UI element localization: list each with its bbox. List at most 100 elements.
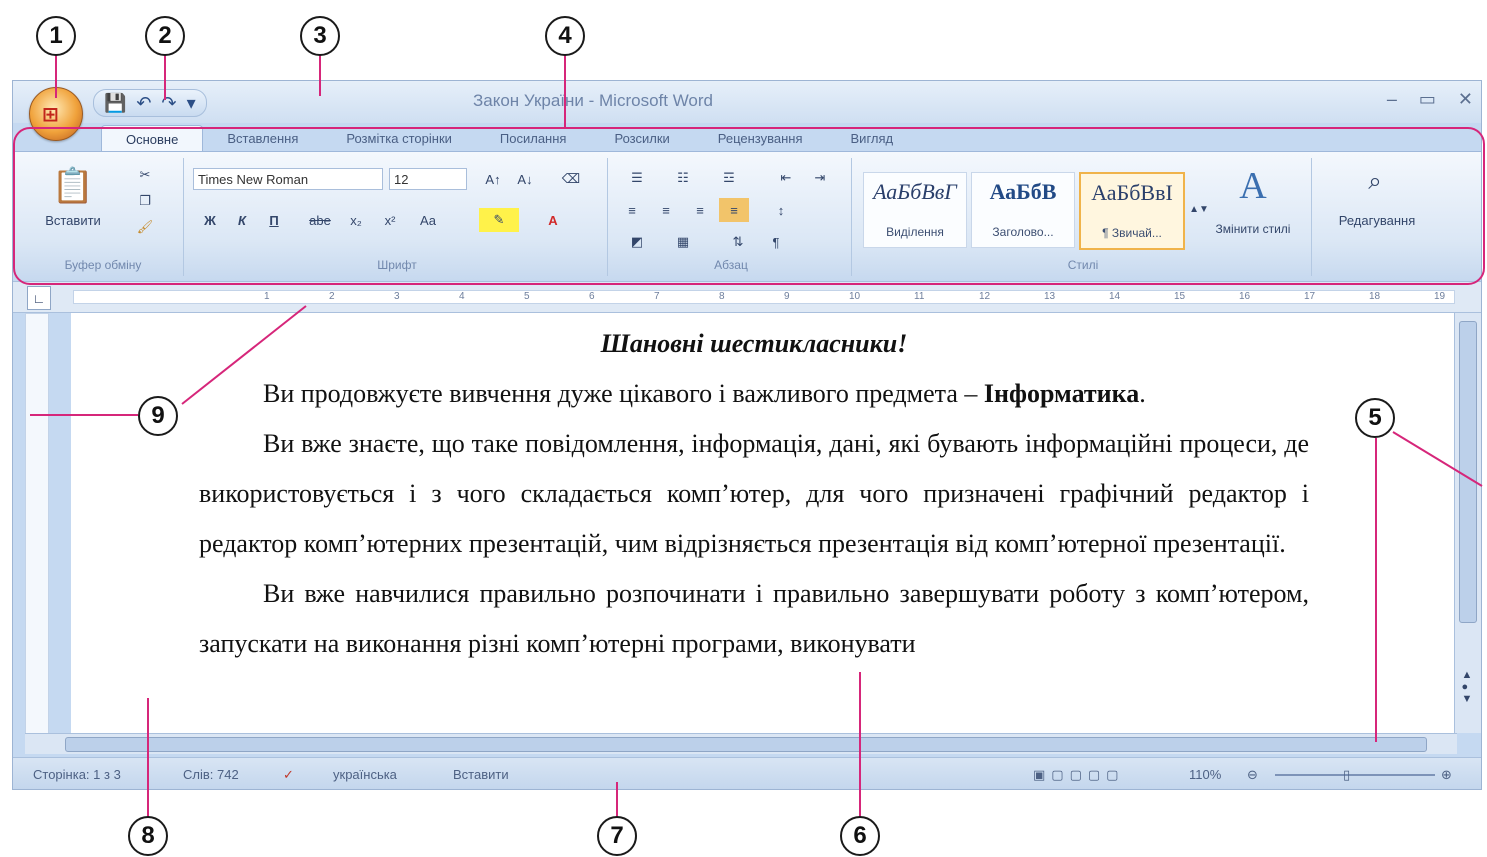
- vertical-scrollbar[interactable]: ▲ ● ▼: [1454, 313, 1481, 733]
- ruler-tick: 5: [524, 291, 530, 302]
- clipboard-group: 📋 Вставити ✂ ❐ 🖌 Буфер обміну: [23, 158, 184, 276]
- highlight-icon[interactable]: ✎: [479, 208, 519, 232]
- save-icon[interactable]: 💾: [104, 93, 126, 114]
- style-sample: АаБбВвГ: [873, 179, 957, 204]
- office-logo-icon: ⊞: [42, 104, 59, 126]
- undo-icon[interactable]: ↶: [136, 93, 151, 114]
- zoom-slider[interactable]: [1275, 774, 1435, 776]
- zoom-out-icon[interactable]: ⊖: [1247, 767, 1258, 783]
- editing-button[interactable]: Редагування: [1315, 208, 1439, 232]
- justify-icon[interactable]: ≡: [719, 198, 749, 222]
- tab-references[interactable]: Посилання: [476, 125, 591, 153]
- subscript-button[interactable]: x₂: [341, 208, 371, 232]
- ruler-tick: 11: [914, 291, 925, 302]
- callout-9: 9: [138, 396, 178, 436]
- insert-mode[interactable]: Вставити: [453, 767, 509, 782]
- tab-mailings[interactable]: Розсилки: [590, 125, 693, 153]
- close-button[interactable]: ✕: [1458, 89, 1473, 110]
- clipboard-group-label: Буфер обміну: [64, 258, 142, 272]
- office-button[interactable]: ⊞: [29, 87, 83, 141]
- font-group-label: Шрифт: [377, 258, 417, 272]
- vertical-ruler[interactable]: [25, 313, 49, 735]
- paste-icon[interactable]: 📋: [43, 166, 103, 206]
- callout-6: 6: [840, 816, 880, 856]
- hscroll-thumb[interactable]: [65, 737, 1427, 752]
- binoculars-icon[interactable]: ⌕: [1355, 164, 1395, 200]
- browse-object-icons[interactable]: ▲ ● ▼: [1457, 647, 1477, 727]
- window-controls: ‒ ▭ ✕: [1387, 89, 1473, 110]
- show-marks-icon[interactable]: ¶: [761, 230, 791, 254]
- shrink-font-icon[interactable]: A↓: [511, 168, 539, 190]
- callout-5: 5: [1355, 398, 1395, 438]
- copy-icon[interactable]: ❐: [133, 190, 157, 212]
- document-text[interactable]: Шановні шестикласники! Ви продовжуєте ви…: [199, 319, 1309, 669]
- font-color-icon[interactable]: A: [533, 208, 573, 232]
- cut-icon[interactable]: ✂: [133, 164, 157, 186]
- italic-button[interactable]: К: [229, 208, 255, 232]
- word-count[interactable]: Слів: 742: [183, 767, 239, 782]
- callout-3: 3: [300, 16, 340, 56]
- increase-indent-icon[interactable]: ⇥: [805, 166, 835, 190]
- tab-selector-icon[interactable]: ∟: [27, 286, 51, 310]
- font-name-combo[interactable]: Times New Roman: [193, 168, 383, 190]
- window-title: Закон України - Microsoft Word: [473, 91, 714, 110]
- clear-format-icon[interactable]: ⌫: [557, 168, 585, 190]
- tab-home[interactable]: Основне: [101, 125, 204, 154]
- page-indicator[interactable]: Сторінка: 1 з 3: [33, 767, 121, 782]
- font-size-combo[interactable]: 12: [389, 168, 467, 190]
- ruler-tick: 10: [849, 291, 861, 302]
- bullets-icon[interactable]: ☰: [617, 166, 657, 190]
- maximize-button[interactable]: ▭: [1419, 89, 1436, 110]
- strikethrough-button[interactable]: abe: [303, 208, 337, 232]
- ruler-tick: 15: [1174, 291, 1186, 302]
- ribbon-tabs: Основне Вставлення Розмітка сторінки Пос…: [101, 125, 918, 154]
- styles-group: АаБбВвГ Виділення АаБбВ Заголово... АаБб…: [855, 158, 1312, 276]
- callout-8: 8: [128, 816, 168, 856]
- zoom-slider-thumb[interactable]: ▯: [1343, 767, 1350, 783]
- tab-review[interactable]: Рецензування: [694, 125, 827, 153]
- tab-page-layout[interactable]: Розмітка сторінки: [322, 125, 476, 153]
- proofing-icon[interactable]: ✓: [283, 767, 294, 783]
- zoom-level[interactable]: 110%: [1189, 767, 1221, 782]
- bold-button[interactable]: Ж: [197, 208, 223, 232]
- styles-scroll-icon[interactable]: ▲▼: [1189, 172, 1209, 246]
- scroll-thumb[interactable]: [1459, 321, 1477, 623]
- underline-button[interactable]: П: [261, 208, 287, 232]
- style-tile-normal[interactable]: АаБбВвІ ¶ Звичай...: [1079, 172, 1185, 250]
- paste-button[interactable]: Вставити: [33, 210, 113, 230]
- callout-2: 2: [145, 16, 185, 56]
- customize-qat-icon[interactable]: ▾: [187, 93, 196, 114]
- decrease-indent-icon[interactable]: ⇤: [771, 166, 801, 190]
- horizontal-scrollbar[interactable]: [25, 733, 1457, 754]
- ruler-tick: 13: [1044, 291, 1056, 302]
- ruler-tick: 3: [394, 291, 400, 302]
- minimize-button[interactable]: ‒: [1387, 89, 1397, 110]
- borders-icon[interactable]: ▦: [663, 230, 703, 254]
- view-buttons-icon[interactable]: ▣▢▢▢▢: [1033, 767, 1124, 783]
- align-left-icon[interactable]: ≡: [617, 198, 647, 222]
- format-painter-icon[interactable]: 🖌: [133, 216, 157, 238]
- shading-icon[interactable]: ◩: [617, 230, 657, 254]
- tab-insert[interactable]: Вставлення: [203, 125, 322, 153]
- tab-view[interactable]: Вигляд: [827, 125, 918, 153]
- align-center-icon[interactable]: ≡: [651, 198, 681, 222]
- style-tile-heading[interactable]: АаБбВ Заголово...: [971, 172, 1075, 248]
- style-tile-emphasis[interactable]: АаБбВвГ Виділення: [863, 172, 967, 248]
- document-area[interactable]: Шановні шестикласники! Ви продовжуєте ви…: [71, 313, 1456, 733]
- paragraph-3: Ви вже навчилися правильно розпочинати і…: [199, 579, 1309, 658]
- language-indicator[interactable]: українська: [333, 767, 397, 782]
- align-right-icon[interactable]: ≡: [685, 198, 715, 222]
- horizontal-ruler[interactable]: ∟ 1 2 3 4 5 6 7 8 9 10 11 12 13 14 15 16…: [13, 281, 1481, 313]
- multilevel-list-icon[interactable]: ☲: [709, 166, 749, 190]
- sort-icon[interactable]: ⇅: [723, 230, 753, 254]
- change-case-button[interactable]: Aa: [411, 208, 445, 232]
- redo-icon[interactable]: ↷: [162, 93, 177, 114]
- superscript-button[interactable]: x²: [375, 208, 405, 232]
- change-styles-button[interactable]: Змінити стилі: [1211, 212, 1295, 246]
- zoom-in-icon[interactable]: ⊕: [1441, 767, 1452, 783]
- grow-font-icon[interactable]: A↑: [479, 168, 507, 190]
- ruler-strip: 1 2 3 4 5 6 7 8 9 10 11 12 13 14 15 16 1…: [73, 290, 1455, 304]
- line-spacing-icon[interactable]: ↕: [761, 198, 801, 222]
- change-styles-icon[interactable]: A: [1223, 164, 1283, 208]
- numbering-icon[interactable]: ☷: [663, 166, 703, 190]
